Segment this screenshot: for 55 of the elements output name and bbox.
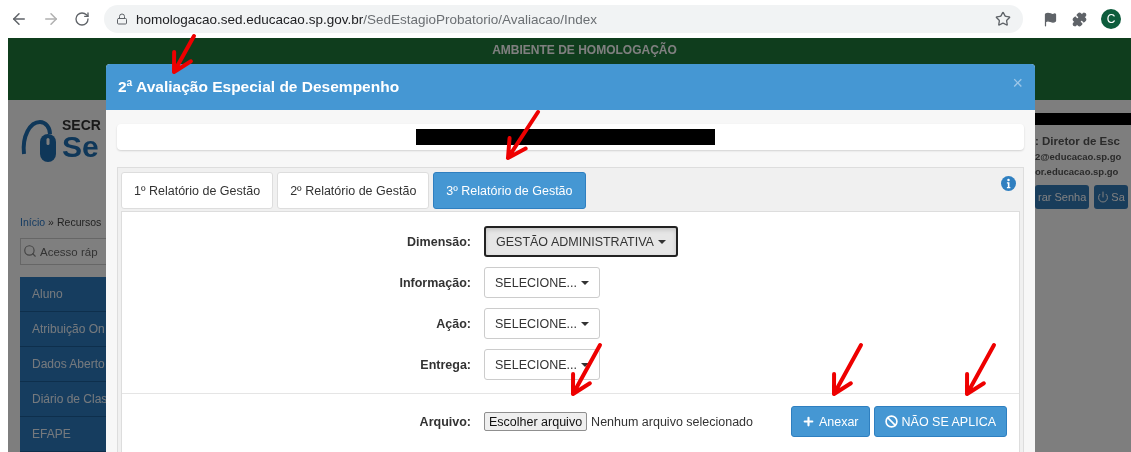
- modal-title: 2ª Avaliação Especial de Desempenho: [118, 78, 400, 96]
- action-button[interactable]: Anexar: [790, 406, 870, 437]
- field-label: Arquivo:: [418, 414, 471, 429]
- choose-file-button[interactable]: Escolher arquivo: [484, 412, 588, 431]
- menu-item[interactable]: EFAPE: [20, 417, 106, 452]
- breadcrumb-item: Recursos: [56, 216, 102, 228]
- plus-icon: [801, 415, 815, 428]
- caret-icon: [581, 362, 589, 367]
- annotation-arrow: [832, 343, 863, 396]
- header-button[interactable]: rar Senha: [1035, 185, 1090, 209]
- power-icon: [1097, 191, 1110, 203]
- dropdown[interactable]: SELECIONE...: [484, 308, 600, 339]
- address-bar[interactable]: homologacao.sed.educacao.sp.gov.br/SedEstagioProbatorio/Avaliacao/Index: [104, 5, 1023, 33]
- menu-item[interactable]: Aluno: [20, 277, 106, 312]
- logo-text: Se: [62, 131, 99, 162]
- puzzle-icon[interactable]: [1072, 11, 1087, 27]
- menu-item[interactable]: Atribuição On: [20, 312, 106, 347]
- reload-icon[interactable]: [74, 11, 90, 27]
- user-email: or.educacao.sp.go: [1035, 166, 1120, 177]
- star-icon[interactable]: [995, 11, 1011, 27]
- field-label: Entrega:: [419, 357, 471, 372]
- dropdown[interactable]: SELECIONE...: [484, 349, 600, 380]
- field-label: Ação:: [435, 316, 471, 331]
- search-icon: [23, 244, 37, 258]
- tab[interactable]: 3º Relatório de Gestão: [433, 172, 586, 209]
- dropdown[interactable]: SELECIONE...: [484, 267, 600, 298]
- flag-icon[interactable]: [1043, 11, 1058, 27]
- profile-avatar[interactable]: C: [1101, 9, 1121, 29]
- user-email: 2@educacao.sp.go: [1035, 151, 1123, 162]
- back-icon[interactable]: [10, 10, 28, 28]
- caret-icon: [581, 321, 589, 326]
- dropdown[interactable]: GESTÃO ADMINISTRATIVA: [484, 226, 678, 257]
- field-label: Informação:: [398, 275, 471, 290]
- annotation-arrow: [506, 110, 540, 160]
- user-role: : Diretor de Esc: [1035, 135, 1121, 147]
- breadcrumb-separator: »: [48, 216, 54, 228]
- menu-item[interactable]: Dados Aberto: [20, 347, 106, 382]
- field-label: Dimensão:: [406, 234, 471, 249]
- action-button[interactable]: NÃO SE APLICA: [873, 406, 1007, 437]
- close-button[interactable]: ×: [1012, 72, 1023, 94]
- breadcrumb-link[interactable]: Início: [20, 216, 46, 228]
- annotation-arrow: [965, 343, 996, 396]
- tab[interactable]: 1º Relatório de Gestão: [121, 172, 274, 209]
- info-icon[interactable]: [1001, 176, 1016, 191]
- tab[interactable]: 2º Relatório de Gestão: [277, 172, 430, 209]
- ban-icon: [884, 415, 898, 428]
- annotation-arrow: [172, 34, 196, 74]
- search-field[interactable]: Acesso ráp: [20, 238, 106, 265]
- file-status: Nenhum arquivo selecionado: [591, 414, 754, 429]
- banner-text: AMBIENTE DE HOMOLOGAÇÃO: [492, 43, 677, 57]
- header-button[interactable]: Sa: [1094, 185, 1128, 209]
- lock-icon: [116, 13, 128, 25]
- caret-icon: [581, 280, 589, 285]
- logo-text: SECR: [62, 117, 101, 132]
- caret-icon: [657, 239, 666, 244]
